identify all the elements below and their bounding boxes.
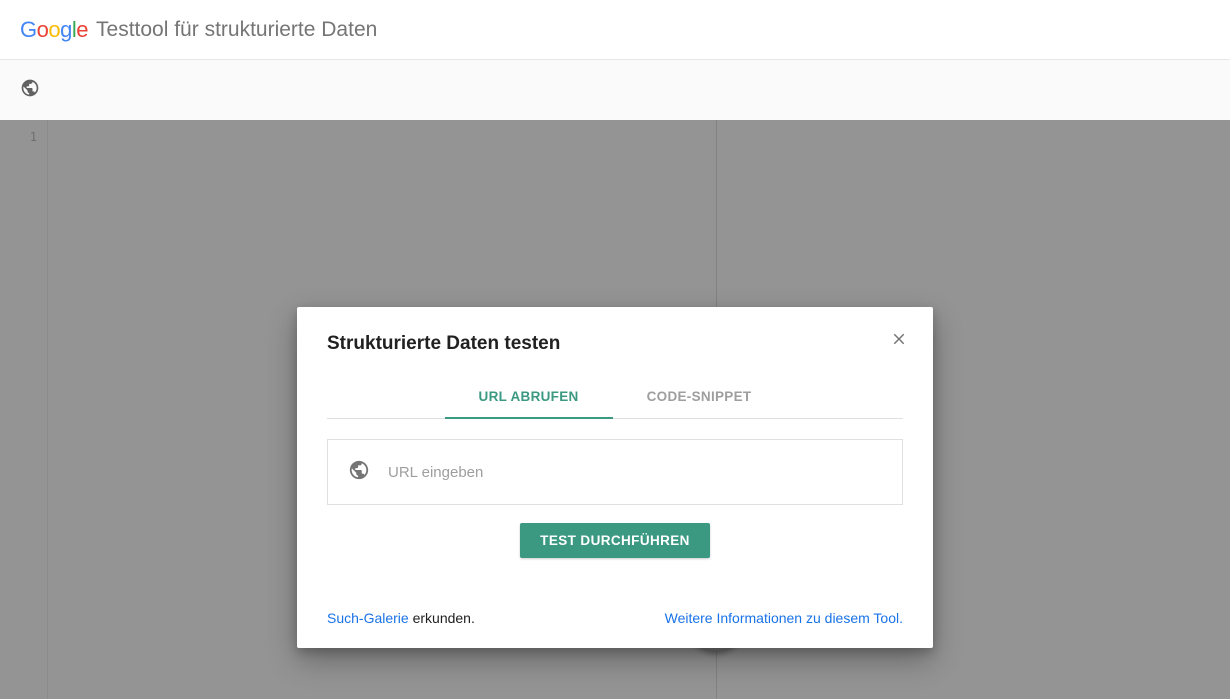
logo-letter: g [60,17,72,43]
close-button[interactable] [887,329,911,353]
url-input-container [327,439,903,505]
google-logo: Google [20,17,88,43]
gallery-suffix: erkunden. [409,610,475,626]
logo-letter: o [37,17,49,43]
modal-tabs: URL ABRUFEN CODE-SNIPPET [327,379,903,419]
globe-icon[interactable] [20,78,40,103]
gallery-text: Such-Galerie erkunden. [327,610,475,626]
more-info-link[interactable]: Weitere Informationen zu diesem Tool. [665,610,903,626]
tab-snippet[interactable]: CODE-SNIPPET [643,379,756,418]
modal-footer: Such-Galerie erkunden. Weitere Informati… [327,610,903,626]
logo-letter: e [76,17,88,43]
close-icon [890,330,908,353]
header: Google Testtool für strukturierte Daten [0,0,1230,60]
content-area: 1 Strukturierte Daten testen URL ABRUFEN… [0,120,1230,699]
modal-title: Strukturierte Daten testen [327,333,903,355]
logo-letter: o [48,17,60,43]
tab-url[interactable]: URL ABRUFEN [475,379,583,418]
run-test-button[interactable]: TEST DURCHFÜHREN [520,523,710,558]
search-gallery-link[interactable]: Such-Galerie [327,610,409,626]
subheader [0,60,1230,120]
globe-icon [348,459,370,486]
logo-letter: G [20,17,37,43]
test-modal: Strukturierte Daten testen URL ABRUFEN C… [297,307,933,648]
url-input[interactable] [388,464,882,481]
page-title: Testtool für strukturierte Daten [96,18,377,42]
